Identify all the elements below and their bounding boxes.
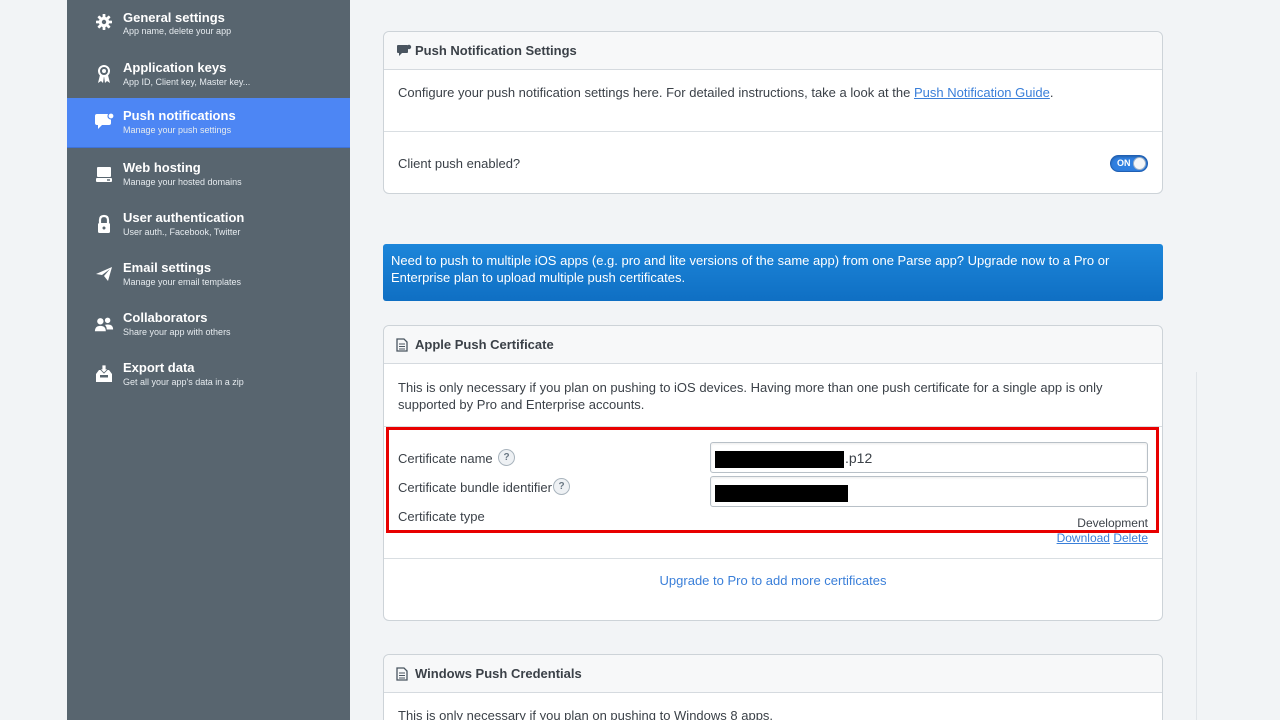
sidebar-item-title: Application keys — [123, 60, 227, 75]
windows-description: This is only necessary if you plan on pu… — [398, 708, 774, 720]
panel-title: Push Notification Settings — [415, 43, 577, 58]
client-push-toggle[interactable]: ON — [1110, 155, 1148, 172]
windows-credentials-panel: Windows Push Credentials This is only ne… — [383, 654, 1163, 720]
sidebar-item-subtitle: Manage your email templates — [123, 277, 242, 287]
panel-title: Apple Push Certificate — [415, 337, 554, 352]
panel-title: Windows Push Credentials — [415, 666, 582, 681]
upgrade-pro-link[interactable]: Upgrade to Pro to add more certificates — [384, 573, 1162, 588]
sidebar-item-subtitle: App name, delete your app — [123, 26, 232, 36]
sidebar-item-title: Collaborators — [123, 310, 208, 325]
sidebar-item-email-settings[interactable]: Email settings Manage your email templat… — [67, 250, 350, 300]
sidebar-item-subtitle: User auth., Facebook, Twitter — [123, 227, 241, 237]
divider — [384, 558, 1162, 559]
sidebar-item-subtitle: Share your app with others — [123, 327, 231, 337]
sidebar-item-export-data[interactable]: Export data Get all your app's data in a… — [67, 350, 350, 400]
panel-header: Push Notification Settings — [384, 32, 1162, 70]
sidebar-item-title: Email settings — [123, 260, 212, 275]
divider — [384, 131, 1162, 132]
cert-actions: Download Delete — [1057, 531, 1148, 545]
apple-cert-description: This is only necessary if you plan on pu… — [398, 380, 1103, 412]
download-link[interactable]: Download — [1057, 531, 1110, 545]
gear-icon — [94, 12, 114, 32]
sidebar-item-subtitle: Manage your push settings — [123, 125, 232, 135]
chat-bubble-icon — [94, 112, 114, 132]
push-settings-description-row: Configure your push notification setting… — [398, 85, 1053, 100]
sidebar-item-title: General settings — [123, 10, 225, 25]
sidebar-item-web-hosting[interactable]: Web hosting Manage your hosted domains — [67, 150, 350, 200]
push-guide-link[interactable]: Push Notification Guide — [914, 85, 1050, 100]
sidebar-item-subtitle: App ID, Client key, Master key... — [123, 77, 251, 87]
client-push-label: Client push enabled? — [398, 156, 521, 171]
key-ribbon-icon — [94, 64, 114, 84]
sidebar-item-user-authentication[interactable]: User authentication User auth., Facebook… — [67, 200, 350, 250]
delete-link[interactable]: Delete — [1113, 531, 1148, 545]
sidebar-item-title: User authentication — [123, 210, 245, 225]
sidebar-item-subtitle: Get all your app's data in a zip — [123, 377, 244, 387]
push-settings-description: Configure your push notification setting… — [398, 85, 911, 100]
settings-sidebar: General settings App name, delete your a… — [67, 0, 350, 720]
sidebar-item-push-notifications[interactable]: Push notifications Manage your push sett… — [67, 98, 350, 148]
people-icon — [94, 314, 114, 334]
sidebar-item-title: Push notifications — [123, 108, 236, 123]
scroll-track — [1196, 372, 1197, 720]
document-icon — [396, 338, 410, 352]
paper-plane-icon — [94, 264, 114, 284]
push-settings-panel: Push Notification Settings Configure you… — [383, 31, 1163, 194]
sidebar-item-title: Web hosting — [123, 160, 201, 175]
sidebar-item-general-settings[interactable]: General settings App name, delete your a… — [67, 0, 350, 50]
period: . — [1049, 85, 1054, 100]
panel-header: Apple Push Certificate — [384, 326, 1162, 364]
document-icon — [396, 667, 410, 681]
sidebar-item-collaborators[interactable]: Collaborators Share your app with others — [67, 300, 350, 350]
server-icon — [94, 164, 114, 184]
upgrade-banner: Need to push to multiple iOS apps (e.g. … — [383, 244, 1163, 301]
inbox-download-icon — [94, 364, 114, 384]
highlight-box — [386, 427, 1159, 533]
lock-icon — [94, 214, 114, 234]
sidebar-item-subtitle: Manage your hosted domains — [123, 177, 242, 187]
chat-bubble-icon — [396, 44, 412, 58]
sidebar-item-title: Export data — [123, 360, 195, 375]
page-gutter — [0, 0, 67, 720]
toggle-label: ON — [1117, 158, 1131, 168]
toggle-knob — [1133, 157, 1146, 170]
panel-header: Windows Push Credentials — [384, 655, 1162, 693]
sidebar-item-application-keys[interactable]: Application keys App ID, Client key, Mas… — [67, 50, 350, 100]
